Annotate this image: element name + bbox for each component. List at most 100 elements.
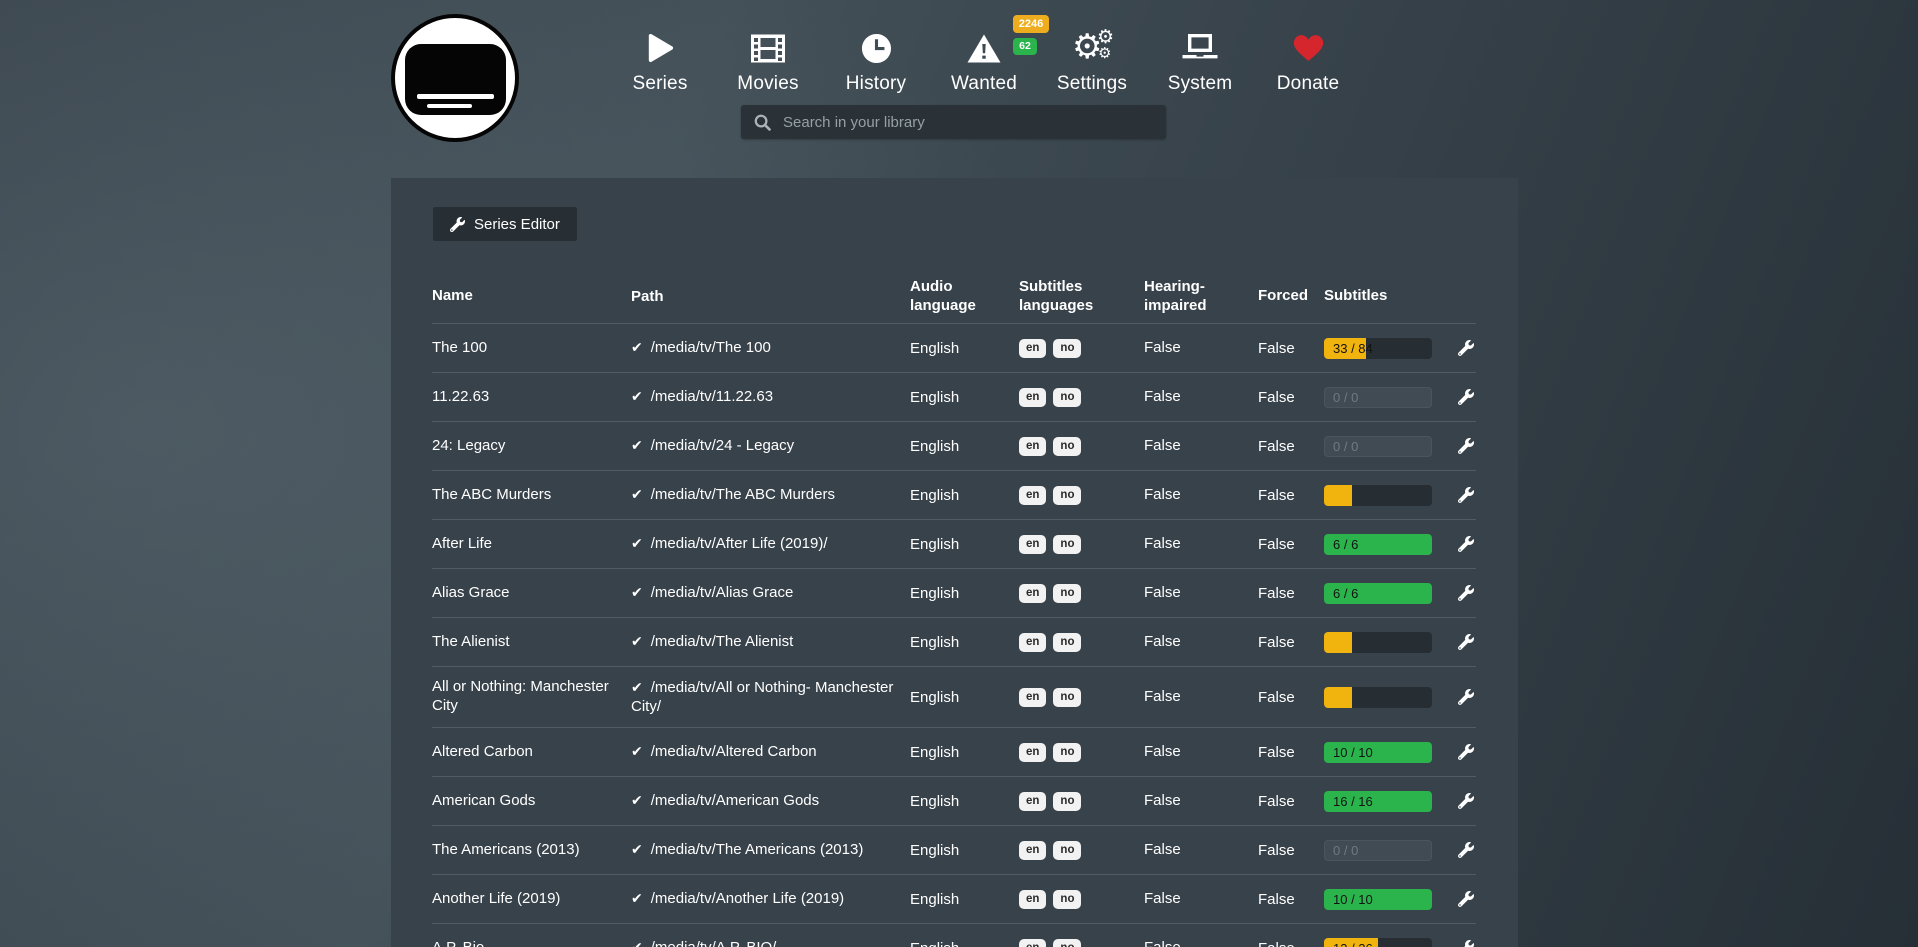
series-name: The ABC Murders <box>432 486 631 505</box>
audio-language-value: English <box>910 689 1019 706</box>
hearing-impaired-value: False <box>1144 584 1258 603</box>
edit-series-button[interactable] <box>1458 842 1474 858</box>
forced-value: False <box>1258 793 1324 810</box>
film-icon <box>750 30 786 66</box>
language-badge: no <box>1053 688 1081 708</box>
table-row: Another Life (2019)✔/media/tv/Another Li… <box>432 874 1476 923</box>
series-editor-button[interactable]: Series Editor <box>433 207 577 241</box>
table-row: American Gods✔/media/tv/American GodsEng… <box>432 776 1476 825</box>
language-badge: no <box>1053 633 1081 653</box>
column-header-hearing-impaired: Hearing-impaired <box>1144 278 1258 316</box>
series-path: ✔ /media/tv/Another Life (2019) <box>631 889 910 909</box>
series-path: ✔/media/tv/The 100 <box>631 338 910 358</box>
series-name: A.P. Bio <box>432 939 631 947</box>
language-badge: no <box>1053 535 1081 555</box>
nav-item-series[interactable]: Series <box>606 0 714 95</box>
hearing-impaired-value: False <box>1144 437 1258 456</box>
nav-label: Movies <box>737 73 798 95</box>
nav-label: Settings <box>1057 73 1127 95</box>
path-text: /media/tv/Altered Carbon <box>651 743 817 760</box>
nav-item-history[interactable]: History <box>822 0 930 95</box>
path-text: /media/tv/After Life (2019)/ <box>651 535 828 552</box>
subtitles-languages-cell: enno <box>1019 338 1144 359</box>
table-row: All or Nothing: Manchester City✔/media/t… <box>432 666 1476 727</box>
wrench-icon <box>1458 940 1474 947</box>
wrench-icon <box>1458 744 1474 760</box>
check-icon: ✔ <box>631 438 643 454</box>
edit-series-button[interactable] <box>1458 487 1474 503</box>
language-badge: no <box>1053 939 1081 947</box>
language-badge: no <box>1053 743 1081 763</box>
edit-series-button[interactable] <box>1458 536 1474 552</box>
table-row: The Alienist✔/media/tv/The AlienistEngli… <box>432 617 1476 666</box>
table-row: Alias Grace✔/media/tv/Alias GraceEnglish… <box>432 568 1476 617</box>
subtitles-progress-cell: 13 / 26 <box>1324 938 1438 947</box>
series-name: 24: Legacy <box>432 437 631 456</box>
clock-icon <box>861 30 892 66</box>
check-icon: ✔ <box>631 340 643 356</box>
nav-item-movies[interactable]: Movies <box>714 0 822 95</box>
nav-item-wanted[interactable]: Wanted224662 <box>930 0 1038 95</box>
subtitles-languages-cell: enno <box>1019 436 1144 457</box>
edit-series-button[interactable] <box>1458 340 1474 356</box>
check-icon: ✔ <box>631 891 643 907</box>
warning-icon <box>966 30 1002 66</box>
progress-label: 6 / 6 <box>1333 534 1358 555</box>
series-name: All or Nothing: Manchester City <box>432 678 631 716</box>
progress-label: 10 / 10 <box>1333 889 1373 910</box>
hearing-impaired-value: False <box>1144 939 1258 947</box>
check-icon: ✔ <box>631 585 643 601</box>
wrench-icon <box>1458 438 1474 454</box>
series-name: The 100 <box>432 339 631 358</box>
edit-series-button[interactable] <box>1458 438 1474 454</box>
edit-series-button[interactable] <box>1458 891 1474 907</box>
edit-series-button[interactable] <box>1458 634 1474 650</box>
hearing-impaired-value: False <box>1144 688 1258 707</box>
edit-series-button[interactable] <box>1458 585 1474 601</box>
edit-series-button[interactable] <box>1458 940 1474 947</box>
hearing-impaired-value: False <box>1144 792 1258 811</box>
path-text: /media/tv/A.P. BIO/ <box>651 939 777 947</box>
search-input[interactable] <box>781 113 1166 132</box>
progress-label: 10 / 10 <box>1333 742 1373 763</box>
column-header-path: Path <box>631 287 910 307</box>
language-badge: en <box>1019 633 1046 653</box>
hearing-impaired-value: False <box>1144 535 1258 554</box>
subtitles-progress-cell <box>1324 687 1438 708</box>
nav-label: Donate <box>1277 73 1339 95</box>
audio-language-value: English <box>910 793 1019 810</box>
app-logo[interactable] <box>391 14 519 142</box>
subtitles-languages-cell: enno <box>1019 742 1144 763</box>
forced-value: False <box>1258 891 1324 908</box>
series-path: ✔/media/tv/A.P. BIO/ <box>631 938 910 947</box>
subtitles-progress-cell <box>1324 632 1438 653</box>
content-panel: Series Editor NamePathAudio languageSubt… <box>391 178 1518 947</box>
progress-bar: 6 / 6 <box>1324 534 1432 555</box>
gears-icon: ⚙⚙⚙ <box>1072 30 1112 66</box>
column-header-forced: Forced <box>1258 287 1324 306</box>
wrench-icon <box>1458 389 1474 405</box>
series-path: ✔/media/tv/The Alienist <box>631 632 910 652</box>
series-path: ✔/media/tv/Alias Grace <box>631 583 910 603</box>
nav-label: History <box>846 73 907 95</box>
hearing-impaired-value: False <box>1144 339 1258 358</box>
edit-series-button[interactable] <box>1458 689 1474 705</box>
language-badge: no <box>1053 792 1081 812</box>
edit-series-button[interactable] <box>1458 744 1474 760</box>
series-name: The Americans (2013) <box>432 841 631 860</box>
forced-value: False <box>1258 940 1324 947</box>
forced-value: False <box>1258 744 1324 761</box>
nav-item-system[interactable]: System <box>1146 0 1254 95</box>
check-icon: ✔ <box>631 487 643 503</box>
progress-bar: 16 / 16 <box>1324 791 1432 812</box>
path-text: /media/tv/Another Life (2019) <box>651 890 844 907</box>
nav-item-settings[interactable]: ⚙⚙⚙ Settings <box>1038 0 1146 95</box>
nav-item-donate[interactable]: Donate <box>1254 0 1362 95</box>
language-badge: en <box>1019 437 1046 457</box>
edit-series-button[interactable] <box>1458 389 1474 405</box>
wrench-icon <box>1458 891 1474 907</box>
column-header-subtitles: Subtitles <box>1324 287 1438 306</box>
edit-series-button[interactable] <box>1458 793 1474 809</box>
path-text: /media/tv/The Alienist <box>651 633 794 650</box>
progress-label: 0 / 0 <box>1333 387 1358 408</box>
